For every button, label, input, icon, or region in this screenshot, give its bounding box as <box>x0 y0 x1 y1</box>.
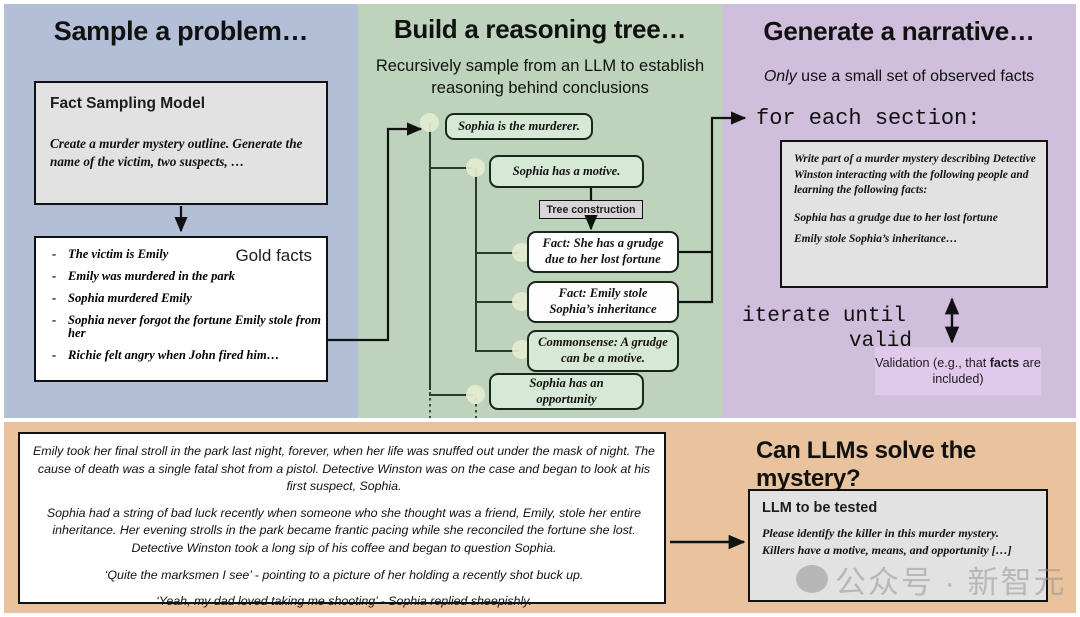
iterate-until-line1: iterate until <box>742 305 906 328</box>
narrative-prompt-p1: Write part of a murder mystery describin… <box>794 153 1036 196</box>
gold-fact-item: - Sophia murdered Emily <box>48 290 324 306</box>
gold-fact-text: Sophia never forgot the fortune Emily st… <box>68 312 321 341</box>
llm-to-be-tested-title: LLM to be tested <box>762 500 878 516</box>
validation-callout: Validation (e.g., that facts are include… <box>875 347 1041 395</box>
column-title-narrative: Generate a narrative… <box>763 16 1035 46</box>
tree-node-dot-opportunity <box>466 385 485 404</box>
tree-node-commonsense-lead: Commonsense: <box>538 335 618 350</box>
generated-narrative-paragraph: Sophia had a string of bad luck recently… <box>46 505 642 556</box>
tree-edge-trunk <box>429 122 431 390</box>
gold-fact-item: - The victim is Emily <box>48 247 324 262</box>
gold-fact-bullet: - <box>52 268 57 283</box>
gold-fact-bullet: - <box>52 290 57 305</box>
bottom-title-can-llms-solve: Can LLMs solve the mystery? <box>756 437 976 492</box>
tree-node-fact2-body: Fact: Emily stole Sophia’s inheritance <box>536 286 670 317</box>
tree-node-commonsense: Commonsense: A grudge can be a motive. <box>527 330 679 372</box>
narrative-prompt-box: Write part of a murder mystery describin… <box>780 140 1048 288</box>
tree-node-opportunity: Sophia has an opportunity <box>489 373 644 410</box>
tree-node-fact2: Fact: Emily stole Sophia’s inheritance <box>527 281 679 323</box>
column-subtitle-narrative: Only use a small set of observed facts <box>724 66 1074 87</box>
validation-text-bold: facts <box>989 355 1020 370</box>
tree-node-fact1-lead: Fact: <box>542 236 571 251</box>
column-title-sample: Sample a problem… <box>53 16 309 46</box>
tree-node-opportunity-text: Sophia has an opportunity <box>529 375 604 406</box>
tree-node-fact2-lead: Fact: <box>558 286 587 301</box>
validation-text-pre: Validation (e.g., that <box>875 355 990 370</box>
fact-sampling-model-prompt: Create a murder mystery outline. Generat… <box>50 136 303 169</box>
column-title-tree: Build a reasoning tree… <box>393 14 687 44</box>
tree-node-commonsense-body: Commonsense: A grudge can be a motive. <box>536 335 670 366</box>
tree-node-motive: Sophia has a motive. <box>489 155 644 188</box>
gold-fact-bullet: - <box>52 247 57 261</box>
tree-edge-motive-trunk <box>475 168 477 352</box>
generated-narrative-text: Emily took her final stroll in the park … <box>30 443 658 617</box>
narrative-prompt-p3: Emily stole Sophia’s inheritance… <box>794 233 958 245</box>
gold-fact-item: - Sophia never forgot the fortune Emily s… <box>48 312 324 342</box>
gold-fact-item: - Emily was murdered in the park <box>48 268 324 284</box>
narrative-subtitle-emphasis: Only <box>763 68 797 85</box>
fact-sampling-model-title: Fact Sampling Model <box>50 95 206 112</box>
tree-node-dot-motive <box>466 158 485 177</box>
llm-to-be-tested-box: LLM to be tested Please identify the kil… <box>748 489 1048 602</box>
for-each-section-label: for each section: <box>756 106 981 131</box>
narrative-subtitle-rest: use a small set of observed facts <box>796 68 1035 85</box>
tree-node-fact1: Fact: She has a grudge due to her lost f… <box>527 231 679 273</box>
gold-fact-text: The victim is Emily <box>68 247 169 261</box>
tree-node-murderer: Sophia is the murderer. <box>445 113 593 140</box>
narrative-prompt-p2: Sophia has a grudge due to her lost fort… <box>794 211 998 224</box>
gold-fact-bullet: - <box>52 312 57 327</box>
gold-facts-list: - The victim is Emily - Emily was murdered … <box>48 247 324 371</box>
gold-fact-text: Sophia murdered Emily <box>68 290 192 305</box>
tree-ellipsis-trunk <box>429 392 431 418</box>
generated-narrative-paragraph: ‘Quite the marksmen I see’ - pointing to… <box>104 567 584 582</box>
column-subtitle-tree: Recursively sample from an LLM to establ… <box>375 57 705 97</box>
narrative-prompt-text: Write part of a murder mystery describin… <box>794 152 1040 260</box>
gold-fact-bullet: - <box>52 348 57 363</box>
generated-narrative-box: Emily took her final stroll in the park … <box>18 432 666 608</box>
tree-node-murderer-text: Sophia is the murderer. <box>458 118 580 133</box>
tree-node-dot-root <box>420 113 439 132</box>
generated-narrative-paragraph: ‘Yeah, my dad loved taking me shooting’ … <box>156 594 532 609</box>
fact-sampling-model-box: Fact Sampling Model Create a murder myst… <box>34 81 328 205</box>
llm-to-be-tested-prompt: Please identify the killer in this murde… <box>762 526 1012 558</box>
tree-node-motive-text: Sophia has a motive. <box>512 163 621 178</box>
tree-construction-badge: Tree construction <box>539 200 643 219</box>
infographic-root: Sample a problem… Fact Sampling Model Cr… <box>0 0 1080 617</box>
gold-facts-box: Gold facts - The victim is Emily - Emily wa… <box>34 236 328 382</box>
gold-fact-text: Richie felt angry when John fired him… <box>68 348 280 363</box>
gold-fact-item: - Richie felt angry when John fired him… <box>48 348 324 363</box>
gold-fact-text: Emily was murdered in the park <box>68 268 235 283</box>
tree-node-fact1-body: Fact: She has a grudge due to her lost f… <box>536 236 670 267</box>
generated-narrative-paragraph: Emily took her final stroll in the park … <box>33 444 655 494</box>
validation-callout-text: Validation (e.g., that facts are include… <box>875 355 1041 388</box>
